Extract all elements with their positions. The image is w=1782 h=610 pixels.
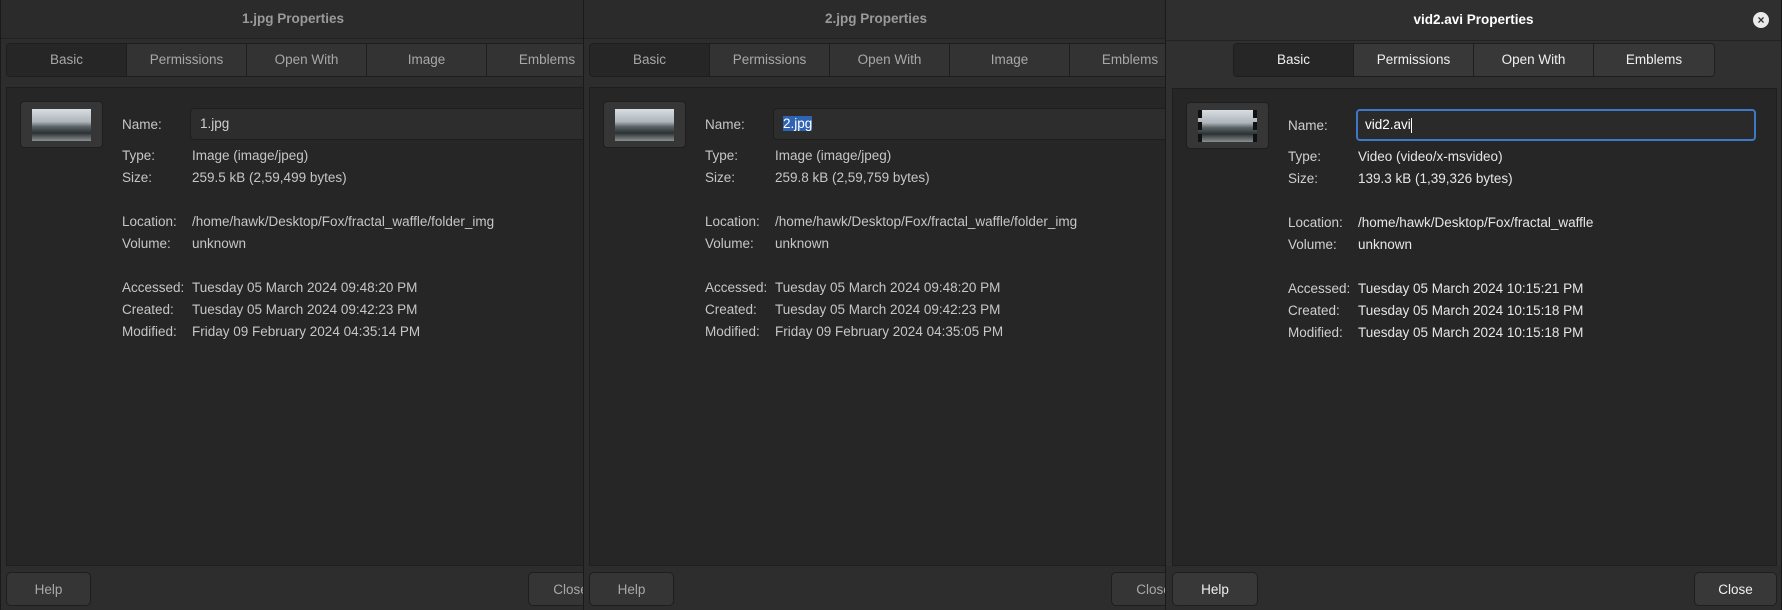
name-label: Name:: [705, 117, 745, 132]
help-button[interactable]: Help: [1172, 572, 1258, 606]
name-field-text: vid2.avi: [1365, 117, 1411, 132]
modified-label: Modified:: [705, 324, 760, 339]
properties-window-2jpg: 2.jpg Properties Basic Permissions Open …: [583, 0, 1196, 610]
close-button[interactable]: Close: [1694, 572, 1777, 606]
accessed-value: Tuesday 05 March 2024 09:48:20 PM: [192, 280, 418, 295]
tab-emblems[interactable]: Emblems: [1594, 44, 1714, 76]
window-title: 2.jpg Properties: [584, 0, 1168, 39]
image-preview: [32, 109, 91, 141]
type-label: Type:: [122, 148, 156, 163]
location-label: Location:: [122, 214, 177, 229]
type-value: Image (image/jpeg): [775, 148, 892, 163]
window-title: vid2.avi Properties: [1413, 12, 1534, 27]
tab-bar: Basic Permissions Open With Emblems: [1233, 43, 1715, 77]
volume-value: unknown: [775, 236, 830, 251]
tab-bar: Basic Permissions Open With Image Emblem…: [6, 43, 606, 77]
window-title: 1.jpg Properties: [1, 0, 585, 39]
close-icon[interactable]: ×: [1753, 12, 1769, 28]
file-thumbnail: [1186, 102, 1269, 149]
size-label: Size:: [705, 170, 736, 185]
location-label: Location:: [1288, 215, 1343, 230]
tab-permissions[interactable]: Permissions: [127, 44, 247, 76]
tab-basic[interactable]: Basic: [7, 44, 127, 76]
modified-value: Friday 09 February 2024 04:35:05 PM: [775, 324, 1004, 339]
volume-label: Volume:: [705, 236, 754, 251]
tab-permissions[interactable]: Permissions: [1354, 44, 1474, 76]
help-button[interactable]: Help: [6, 572, 91, 606]
type-label: Type:: [1288, 149, 1322, 164]
button-bar: Help Close: [1, 566, 613, 610]
tab-open-with[interactable]: Open With: [1474, 44, 1594, 76]
type-label: Type:: [705, 148, 739, 163]
size-value: 259.8 kB (2,59,759 bytes): [775, 170, 930, 185]
video-preview: [1198, 110, 1257, 142]
modified-value: Tuesday 05 March 2024 10:15:18 PM: [1358, 325, 1584, 340]
created-label: Created:: [705, 302, 757, 317]
size-label: Size:: [1288, 171, 1319, 186]
button-bar: Help Close: [584, 566, 1196, 610]
tab-basic[interactable]: Basic: [1234, 44, 1354, 76]
tab-basic[interactable]: Basic: [590, 44, 710, 76]
name-label: Name:: [122, 117, 162, 132]
modified-label: Modified:: [1288, 325, 1343, 340]
basic-panel: Name: 1.jpg Type: Image (image/jpeg) Siz…: [6, 87, 610, 566]
image-preview: [615, 109, 674, 141]
modified-value: Friday 09 February 2024 04:35:14 PM: [192, 324, 421, 339]
location-value: /home/hawk/Desktop/Fox/fractal_waffle/fo…: [775, 214, 1078, 229]
location-value: /home/hawk/Desktop/Fox/fractal_waffle: [1358, 215, 1594, 230]
tab-bar: Basic Permissions Open With Image Emblem…: [589, 43, 1189, 77]
created-label: Created:: [122, 302, 174, 317]
tab-image[interactable]: Image: [367, 44, 487, 76]
accessed-value: Tuesday 05 March 2024 09:48:20 PM: [775, 280, 1001, 295]
accessed-label: Accessed:: [1288, 281, 1351, 296]
volume-value: unknown: [1358, 237, 1413, 252]
name-field[interactable]: vid2.avi: [1356, 109, 1756, 141]
file-thumbnail: [603, 101, 686, 148]
tab-permissions[interactable]: Permissions: [710, 44, 830, 76]
properties-window-vid2avi: vid2.avi Properties × Basic Permissions …: [1165, 0, 1782, 610]
button-bar: Help Close: [1166, 566, 1781, 610]
volume-label: Volume:: [122, 236, 171, 251]
basic-panel: Name: 2.jpg Type: Image (image/jpeg) Siz…: [589, 87, 1193, 566]
type-value: Image (image/jpeg): [192, 148, 309, 163]
help-button[interactable]: Help: [589, 572, 674, 606]
name-selection: 2.jpg: [783, 116, 813, 131]
tab-open-with[interactable]: Open With: [830, 44, 950, 76]
properties-window-1jpg: 1.jpg Properties Basic Permissions Open …: [0, 0, 613, 610]
accessed-label: Accessed:: [705, 280, 768, 295]
type-value: Video (video/x-msvideo): [1358, 149, 1503, 164]
name-field[interactable]: 2.jpg: [773, 108, 1193, 140]
modified-label: Modified:: [122, 324, 177, 339]
created-label: Created:: [1288, 303, 1340, 318]
accessed-label: Accessed:: [122, 280, 185, 295]
created-value: Tuesday 05 March 2024 10:15:18 PM: [1358, 303, 1584, 318]
location-label: Location:: [705, 214, 760, 229]
volume-value: unknown: [192, 236, 247, 251]
size-value: 259.5 kB (2,59,499 bytes): [192, 170, 347, 185]
location-value: /home/hawk/Desktop/Fox/fractal_waffle/fo…: [192, 214, 495, 229]
name-label: Name:: [1288, 118, 1328, 133]
size-label: Size:: [122, 170, 153, 185]
size-value: 139.3 kB (1,39,326 bytes): [1358, 171, 1513, 186]
tab-image[interactable]: Image: [950, 44, 1070, 76]
created-value: Tuesday 05 March 2024 09:42:23 PM: [775, 302, 1001, 317]
window-titlebar: vid2.avi Properties ×: [1166, 0, 1781, 41]
text-caret: [1410, 117, 1412, 133]
name-field[interactable]: 1.jpg: [190, 108, 610, 140]
basic-panel: Name: vid2.avi Type: Video (video/x-msvi…: [1172, 88, 1777, 566]
volume-label: Volume:: [1288, 237, 1337, 252]
tab-open-with[interactable]: Open With: [247, 44, 367, 76]
accessed-value: Tuesday 05 March 2024 10:15:21 PM: [1358, 281, 1584, 296]
file-thumbnail: [20, 101, 103, 148]
created-value: Tuesday 05 March 2024 09:42:23 PM: [192, 302, 418, 317]
